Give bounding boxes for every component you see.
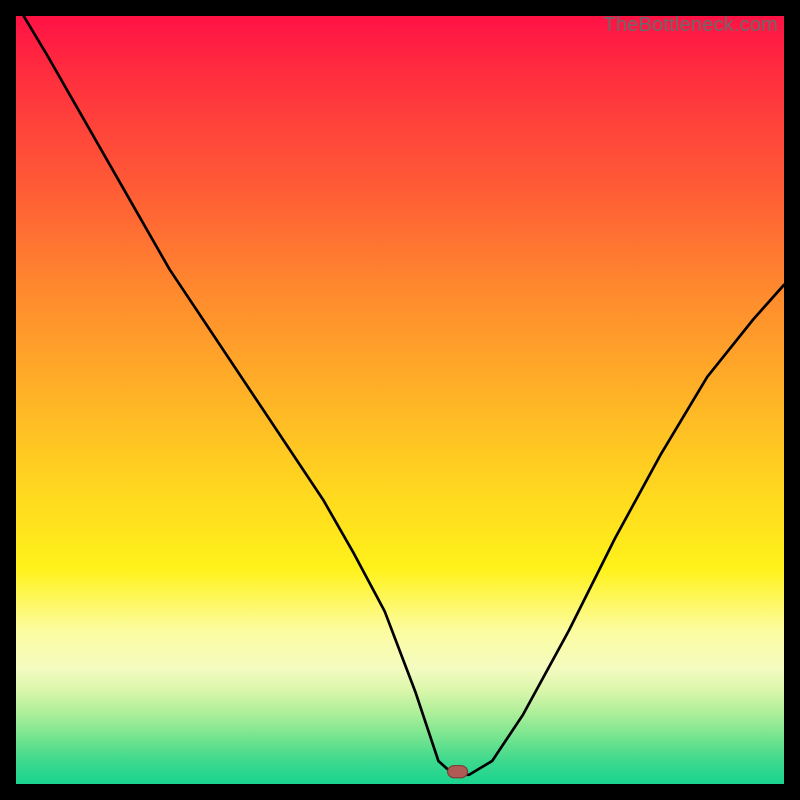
chart-stage: TheBottleneck.com [0, 0, 800, 800]
plot-svg [16, 16, 784, 784]
valley-marker [448, 766, 468, 778]
plot-area: TheBottleneck.com [16, 16, 784, 784]
bottleneck-curve [24, 16, 784, 775]
